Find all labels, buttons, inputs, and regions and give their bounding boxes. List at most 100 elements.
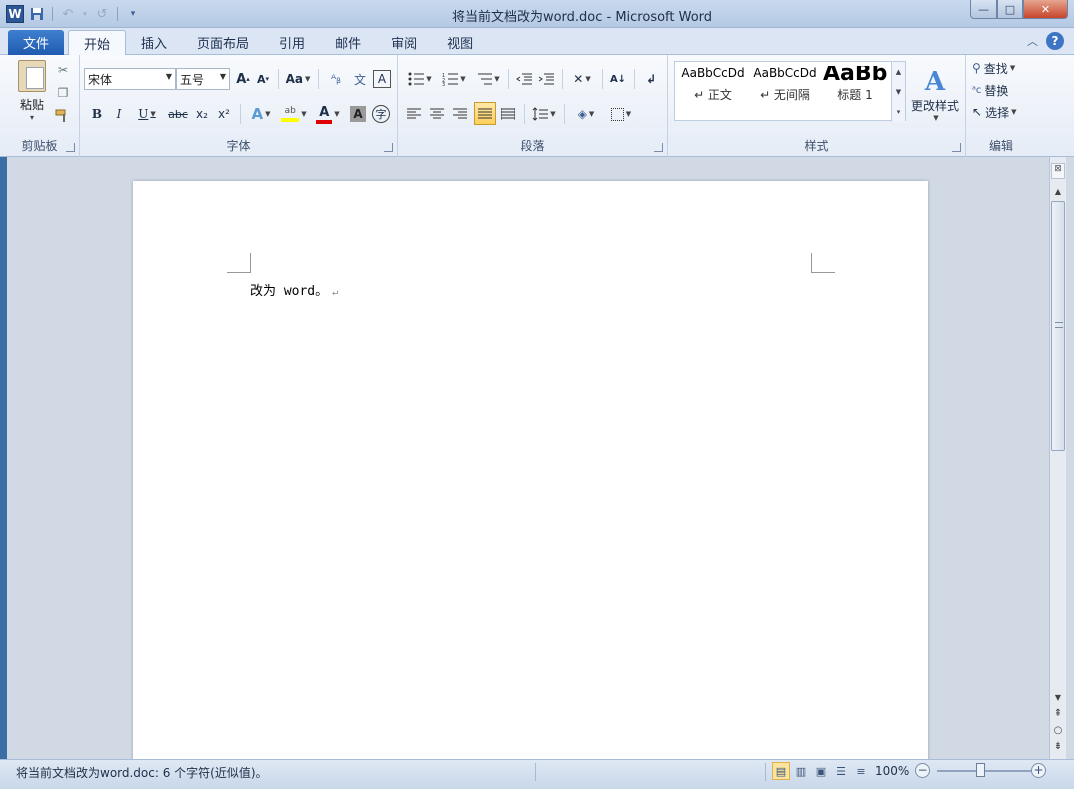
browse-object-icon[interactable]: ○ [1050,725,1066,736]
tab-home[interactable]: 开始 [68,30,127,56]
tab-mailings[interactable]: 邮件 [320,30,376,55]
paragraph-launcher-icon[interactable] [654,143,663,152]
strikethrough-button[interactable]: abc [166,103,190,125]
tab-insert[interactable]: 插入 [126,30,182,55]
paste-button[interactable]: 粘贴 ▾ [12,60,52,122]
clipboard-launcher-icon[interactable] [66,143,75,152]
minimize-button[interactable]: — [970,0,997,19]
font-name-combo[interactable]: 宋体 ▼ [84,68,176,90]
select-button[interactable]: ↖ 选择 ▼ [972,102,1016,122]
bold-button[interactable]: B [88,103,106,125]
separator [508,69,509,89]
character-shading-icon[interactable]: A [350,106,366,122]
zoom-slider-thumb[interactable] [976,763,985,777]
numbering-icon: 123 [442,73,459,86]
style-normal[interactable]: AaBbCcDd ↵ 正文 [679,66,747,103]
previous-page-icon[interactable]: ⇞ [1050,708,1066,719]
clear-formatting-icon[interactable]: ᴬᵦ [326,68,346,90]
zoom-out-icon[interactable]: − [915,763,930,778]
shrink-font-button[interactable]: A ▾ [254,68,272,90]
italic-button[interactable]: I [110,103,128,125]
zoom-slider-track[interactable] [937,770,1034,772]
outline-icon[interactable]: ☰ [832,762,850,780]
change-styles-button[interactable]: A 更改样式 ▼ [908,59,962,129]
scroll-down-icon[interactable]: ▼ [1050,693,1066,702]
close-button[interactable]: ✕ [1023,0,1068,19]
draft-icon[interactable]: ≡ [852,762,870,780]
cut-icon[interactable]: ✂ [54,63,72,77]
chinese-layout-icon: ✕ [573,72,584,86]
superscript-button[interactable]: x² [214,103,234,125]
font-size-combo[interactable]: 五号 ▼ [176,68,230,90]
tab-review[interactable]: 审阅 [376,30,432,55]
borders-button[interactable]: ▼ [606,103,636,125]
bullets-icon [408,72,425,86]
shading-button[interactable]: ◈ ▼ [570,103,602,125]
vertical-scrollbar[interactable]: ⊠ ▲ ▼ ⇞ ○ ⇟ [1049,157,1066,759]
font-color-button[interactable]: A ▼ [314,103,342,125]
character-border-icon[interactable]: A [373,70,391,88]
full-screen-reading-icon[interactable]: ▥ [792,762,810,780]
show-marks-icon[interactable]: ↲ [642,68,660,90]
tab-view[interactable]: 视图 [432,30,488,55]
sort-icon[interactable]: A↓ [608,68,628,90]
chinese-layout-button[interactable]: ✕ ▼ [568,68,596,90]
style-heading-1[interactable]: AaBb 标题 1 [823,66,887,103]
zoom-in-icon[interactable]: + [1031,763,1046,778]
styles-launcher-icon[interactable] [952,143,961,152]
group-paragraph: ▼ 1 2 3 ▼ ▼ ✕ ▼ A↓ ↲ ▼ ◈ ▼ ▼ 段落 [398,55,668,157]
tab-file[interactable]: 文件 [8,30,64,55]
align-right-icon[interactable] [450,103,470,125]
highlight-button[interactable]: ab ▼ [278,103,310,125]
find-button[interactable]: ⚲ 查找 ▼ [972,58,1015,78]
font-launcher-icon[interactable] [384,143,393,152]
phonetic-guide-icon[interactable]: 文 [350,68,370,90]
web-layout-icon[interactable]: ▣ [812,762,830,780]
line-spacing-button[interactable]: ▼ [530,103,558,125]
gallery-down-icon[interactable]: ▼ [896,88,901,96]
scroll-thumb[interactable] [1051,201,1065,451]
maximize-button[interactable]: □ [997,0,1023,19]
multilevel-list-button[interactable]: ▼ [474,68,502,90]
ruler-toggle-icon[interactable]: ⊠ [1051,163,1065,179]
align-left-icon[interactable] [404,103,424,125]
help-icon[interactable]: ? [1046,32,1064,50]
format-painter-icon[interactable] [54,109,72,123]
increase-indent-icon[interactable] [536,68,556,90]
margin-corner-top-right [811,253,835,273]
font-color-icon: A [316,105,333,124]
decrease-indent-icon[interactable] [514,68,534,90]
gallery-more-icon[interactable]: ▾ [897,108,901,116]
replace-button[interactable]: ᵃc 替换 [972,80,1008,100]
numbering-button[interactable]: 1 2 3 ▼ [440,68,468,90]
grow-font-button[interactable]: A ▴ [234,68,252,90]
next-page-icon[interactable]: ⇟ [1050,741,1066,752]
change-case-button[interactable]: Aa ▼ [284,68,312,90]
tab-references[interactable]: 引用 [264,30,320,55]
underline-button[interactable]: U ▼ [134,103,160,125]
window-controls: — □ ✕ [970,0,1068,19]
collapse-ribbon-icon[interactable]: ︿ [1027,33,1038,49]
separator [318,69,319,89]
style-no-spacing[interactable]: AaBbCcDd ↵ 无间隔 [751,66,819,103]
gallery-up-icon[interactable]: ▲ [896,68,901,76]
document-body-text[interactable]: 改为 word。 ↵ [250,280,338,299]
tab-page-layout[interactable]: 页面布局 [182,30,264,55]
text-effects-button[interactable]: A ▼ [248,103,274,125]
copy-icon[interactable]: ❐ [54,86,72,100]
print-layout-icon[interactable]: ▤ [772,762,790,780]
document-page[interactable]: 改为 word。 ↵ [133,181,928,771]
justify-icon[interactable] [474,102,496,125]
align-center-icon[interactable] [427,103,447,125]
margin-corner-top-left [227,253,251,273]
scroll-up-icon[interactable]: ▲ [1050,187,1066,196]
status-word-count[interactable]: 将当前文档改为word.doc: 6 个字符(近似值)。 [16,764,268,781]
enclose-characters-icon[interactable]: 字 [372,105,390,123]
group-label-styles: 样式 [804,139,829,153]
zoom-level[interactable]: 100% [875,764,909,778]
distributed-icon[interactable] [498,103,518,125]
separator [564,104,565,124]
bullets-button[interactable]: ▼ [406,68,434,90]
subscript-button[interactable]: x₂ [192,103,212,125]
chevron-down-icon: ▼ [150,110,156,118]
